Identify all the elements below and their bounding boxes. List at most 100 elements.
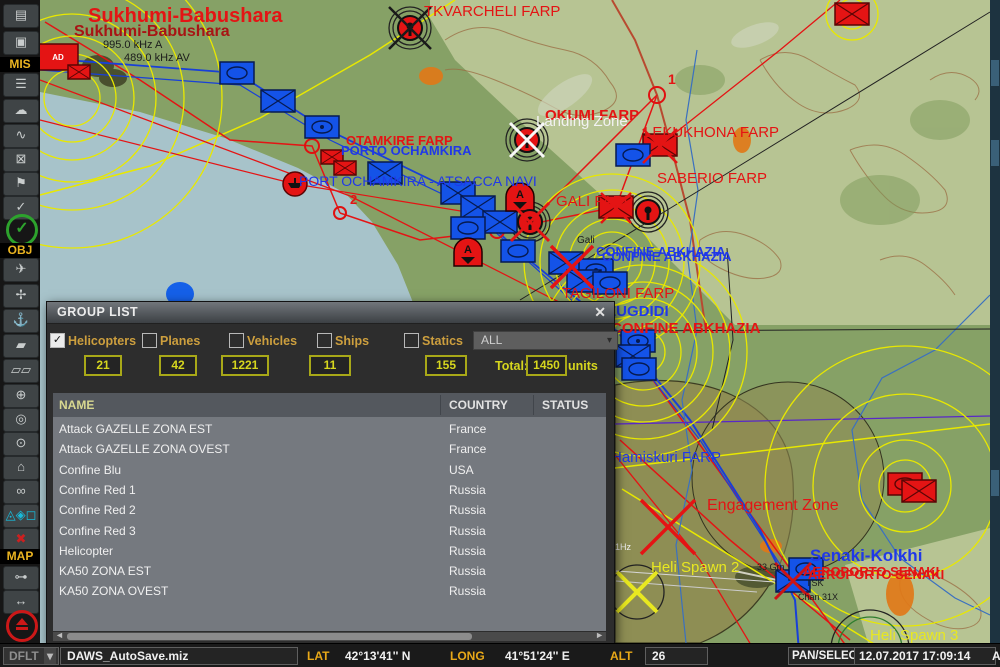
group-row[interactable]: Confine Red 3 Russia [53, 521, 606, 541]
column-header-name[interactable]: NAME [59, 398, 94, 412]
unit-symbol-rsm[interactable] [333, 160, 357, 176]
coalition-filter-dropdown[interactable]: ALL ▾ [473, 331, 618, 350]
mouse-mode-indicator: PAN/SELEC [788, 647, 857, 665]
add-static-button[interactable]: ⌂ [3, 456, 39, 480]
filter-checkbox-ships[interactable] [317, 333, 332, 348]
alt-value-box: 26 [645, 647, 708, 665]
add-ship-button[interactable]: ⚓ [3, 309, 39, 333]
group-name: Confine Red 2 [59, 503, 136, 518]
unit-symbol-bdot[interactable] [304, 115, 340, 139]
group-name: Confine Red 1 [59, 482, 136, 497]
count-box-statics: 155 [425, 355, 467, 376]
shapes-button[interactable]: ◬◈◻ [3, 504, 39, 528]
total-label: Total: [495, 359, 529, 373]
unit-symbol-bmech[interactable] [219, 61, 255, 85]
horizontal-scrollbar[interactable]: ◄ ► [53, 630, 606, 641]
unit-symbol-bmech[interactable] [621, 357, 657, 381]
mission-filename-field[interactable]: DAWS_AutoSave.miz [60, 647, 298, 665]
group-country: Russia [449, 503, 486, 518]
profile-value: DFLT [9, 649, 39, 663]
dialog-title-bar[interactable]: GROUP LIST ✕ [47, 302, 614, 324]
unit-symbol-rinf[interactable] [901, 479, 937, 503]
group-row[interactable]: KA50 ZONA EST Russia [53, 561, 606, 581]
add-trigger-zone-button[interactable]: ◎ [3, 408, 39, 432]
open-mission-button[interactable]: ▤ [3, 4, 39, 28]
sidebar: ▤ ▣ MIS ☰ ☁ ∿ ⊠ ⚑ ✓ ✓ OBJ ✈ ✢ ⚓ ▰ ▱▱ ⊕ ◎ ⊙ ⌂ ∞ ◬◈◻ ✖ MAP ⊶ ↔ [0, 0, 40, 643]
group-country: Russia [449, 523, 486, 538]
filter-checkbox-helicopters[interactable]: ✓ [50, 333, 65, 348]
group-name: Confine Blu [59, 462, 122, 477]
filter-checkbox-vehicles[interactable] [229, 333, 244, 348]
filter-label: Ships [335, 334, 370, 348]
briefing-button[interactable]: ☰ [3, 73, 39, 97]
lat-value: 42°13'41'' N [345, 649, 411, 663]
unit-symbol-rfarp[interactable] [635, 199, 661, 225]
exit-button[interactable] [6, 610, 38, 642]
datetime-indicator: 12.07.2017 17:09:14 [854, 647, 996, 665]
add-helicopter-button[interactable]: ✢ [3, 284, 39, 308]
group-country: France [449, 442, 487, 457]
column-header-country[interactable]: COUNTRY [449, 398, 508, 412]
scroll-left-icon[interactable]: ◄ [55, 630, 64, 640]
map-key-button[interactable]: ⊶ [3, 566, 39, 590]
add-waypoint-button[interactable]: ⊕ [3, 384, 39, 408]
filter-label: Helicopters [68, 334, 137, 348]
filter-label: Vehicles [247, 334, 298, 348]
group-row[interactable]: Confine Red 2 Russia [53, 500, 606, 520]
flags-button[interactable]: ⚑ [3, 172, 39, 196]
add-airplane-button[interactable]: ✈ [3, 258, 39, 282]
group-row[interactable]: Attack GAZELLE ZONA OVEST France [53, 439, 606, 459]
unit-symbol-bmech[interactable] [500, 239, 536, 263]
section-label-map: MAP [0, 549, 40, 564]
weather-button[interactable]: ☁ [3, 99, 39, 123]
add-vehicle-group-button[interactable]: ▱▱ [3, 359, 39, 383]
group-row[interactable]: Helicopter Russia [53, 541, 606, 561]
group-country: Russia [449, 584, 486, 599]
svg-text:A: A [464, 244, 472, 256]
unit-symbol-rsam[interactable]: A [505, 182, 535, 212]
close-icon[interactable]: ✕ [594, 304, 606, 321]
unit-symbol-binf[interactable] [260, 89, 296, 113]
group-name: Confine Red 3 [59, 523, 136, 538]
add-vehicle-button[interactable]: ▰ [3, 334, 39, 358]
scroll-right-icon[interactable]: ► [595, 630, 604, 640]
dialog-title: GROUP LIST [57, 305, 139, 319]
unit-symbol-rsm[interactable] [67, 64, 91, 80]
template-button[interactable]: ⊠ [3, 148, 39, 172]
group-list-dialog: GROUP LIST ✕ ✓ Helicopters 21 Planes 42 Vehic… [46, 301, 618, 645]
unit-symbol-binf[interactable] [482, 210, 518, 234]
group-table-body: Attack GAZELLE ZONA EST France Attack GAZE… [53, 417, 606, 631]
count-box-vehicles: 1221 [221, 355, 269, 376]
group-row[interactable]: Attack GAZELLE ZONA EST France [53, 419, 606, 439]
filter-checkbox-planes[interactable] [142, 333, 157, 348]
unit-symbol-binf[interactable] [367, 161, 403, 185]
lat-label: LAT [307, 649, 330, 663]
linked-units-button[interactable]: ∞ [3, 480, 39, 504]
long-label: LONG [450, 649, 485, 663]
unit-symbol-rship[interactable] [282, 171, 308, 197]
save-mission-button[interactable]: ▣ [3, 31, 39, 55]
right-edge-panel [990, 0, 1000, 643]
group-name: KA50 ZONA OVEST [59, 584, 169, 599]
add-zone-button[interactable]: ⊙ [3, 432, 39, 456]
group-row[interactable]: Confine Blu USA [53, 460, 606, 480]
filter-checkbox-statics[interactable] [404, 333, 419, 348]
group-country: USA [449, 462, 474, 477]
group-row[interactable]: KA50 ZONA OVEST Russia [53, 581, 606, 601]
unit-symbol-rinf[interactable] [834, 2, 870, 26]
count-box-planes: 42 [159, 355, 197, 376]
scrollbar-thumb[interactable] [67, 633, 472, 640]
group-country: Russia [449, 543, 486, 558]
group-row[interactable]: Confine Red 1 Russia [53, 480, 606, 500]
unit-symbol-bmech[interactable] [450, 216, 486, 240]
unit-symbol-bmech[interactable] [592, 271, 628, 295]
mission-ok-indicator[interactable]: ✓ [6, 214, 38, 246]
total-count-box: 1450 [526, 355, 567, 376]
alt-label: ALT [610, 649, 633, 663]
unit-symbol-rsam[interactable]: A [453, 237, 483, 267]
eject-icon [16, 618, 28, 625]
triggers-button[interactable]: ∿ [3, 124, 39, 148]
filter-label: Planes [160, 334, 201, 348]
profile-select[interactable]: DFLT ▾ [3, 647, 59, 665]
column-header-status[interactable]: STATUS [542, 398, 588, 412]
